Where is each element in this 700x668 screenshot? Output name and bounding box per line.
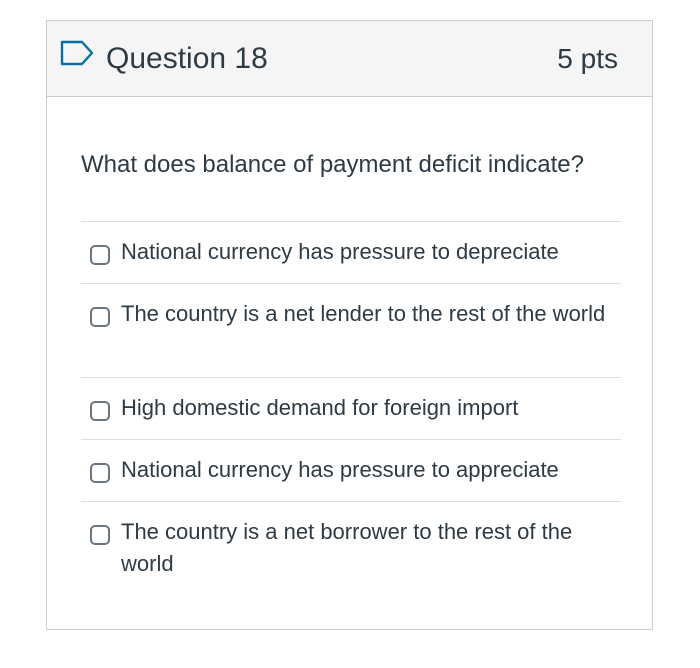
answer-label: The country is a net borrower to the res… <box>121 519 573 576</box>
radio-button[interactable] <box>90 525 110 545</box>
answer-option-4[interactable]: National currency has pressure to apprec… <box>81 439 621 501</box>
question-header: Question 18 5 pts <box>47 21 652 97</box>
question-points: 5 pts <box>557 43 618 74</box>
answer-option-1[interactable]: National currency has pressure to deprec… <box>81 221 621 283</box>
radio-button[interactable] <box>90 463 110 483</box>
question-text: What does balance of payment deficit ind… <box>81 151 584 178</box>
radio-button[interactable] <box>90 245 110 265</box>
radio-button[interactable] <box>90 307 110 327</box>
answer-option-2[interactable]: The country is a net lender to the rest … <box>81 283 621 377</box>
answer-option-3[interactable]: High domestic demand for foreign import <box>81 377 621 439</box>
radio-button[interactable] <box>90 401 110 421</box>
answer-label: High domestic demand for foreign import <box>121 395 519 420</box>
answer-label: National currency has pressure to apprec… <box>121 457 559 482</box>
flag-icon[interactable] <box>60 40 94 66</box>
answer-list: National currency has pressure to deprec… <box>81 221 621 595</box>
answer-option-5[interactable]: The country is a net borrower to the res… <box>81 501 621 595</box>
question-title: Question 18 <box>106 42 268 75</box>
answer-label: The country is a net lender to the rest … <box>121 301 606 326</box>
question-card: Question 18 5 pts What does balance of p… <box>46 20 653 630</box>
answer-label: National currency has pressure to deprec… <box>121 239 559 264</box>
